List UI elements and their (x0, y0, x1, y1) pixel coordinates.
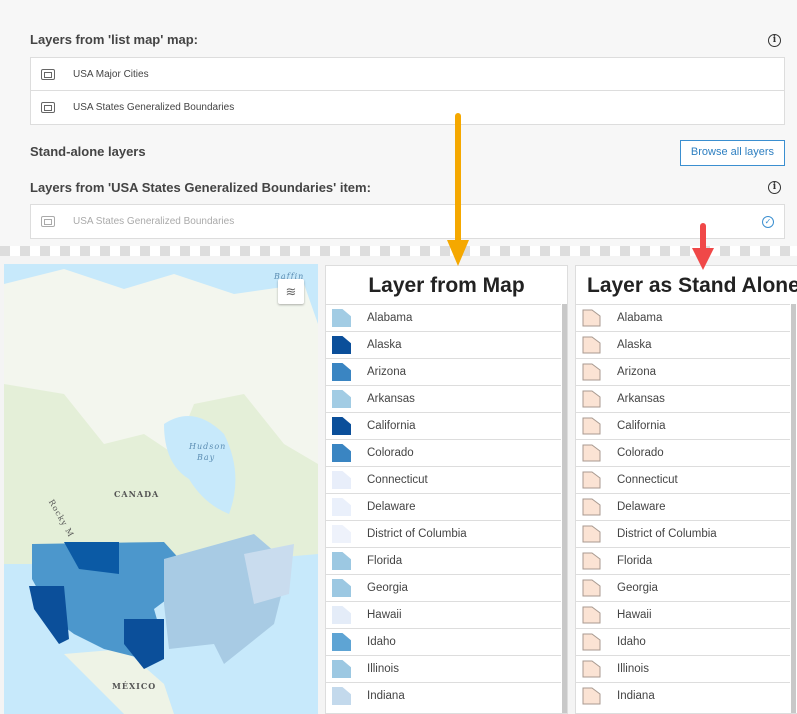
orange-arrow-head (447, 240, 469, 266)
red-arrow-head (692, 248, 714, 270)
annotation-arrows (447, 113, 714, 270)
